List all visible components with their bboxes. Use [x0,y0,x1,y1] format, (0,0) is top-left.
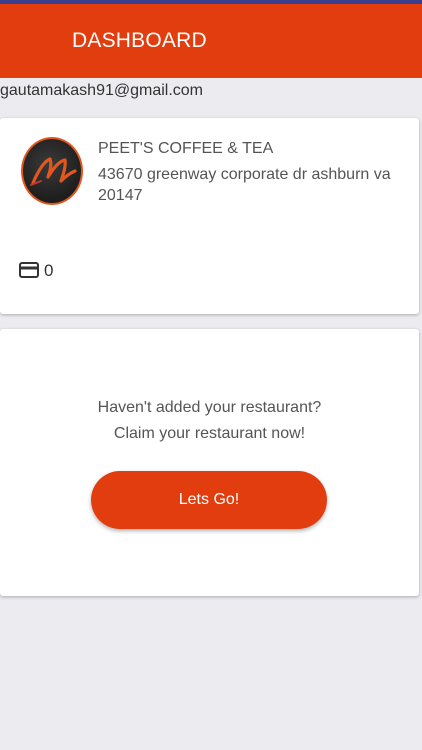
lets-go-button[interactable]: Lets Go! [91,471,327,529]
restaurant-address: 43670 greenway corporate dr ashburn va 2… [98,166,391,204]
account-email: gautamakash91@gmail.com [0,82,204,99]
restaurant-name: PEET'S COFFEE & TEA [98,140,274,157]
page-title: DASHBOARD [72,29,207,52]
claim-prompt-text: Haven't added your restaurant? [97,399,322,416]
claim-subtext: Claim your restaurant now! [113,425,306,442]
restaurant-logo [21,137,83,205]
restaurant-card[interactable]: PEET'S COFFEE & TEA 43670 greenway corpo… [0,118,419,314]
credit-card-icon [19,262,39,278]
card-count: 0 [44,261,54,280]
app-header: DASHBOARD [0,4,422,78]
claim-restaurant-card: Haven't added your restaurant? Claim you… [0,329,419,596]
